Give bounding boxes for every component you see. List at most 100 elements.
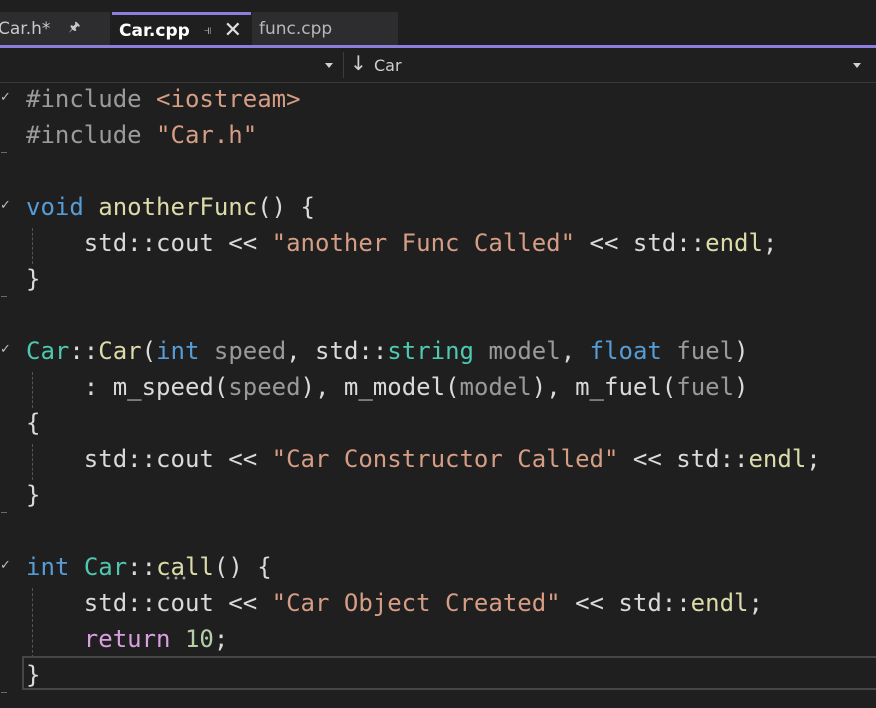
chevron-down-icon xyxy=(325,63,333,68)
fold-end-marker xyxy=(1,512,7,513)
code-token: ), m_model( xyxy=(300,373,460,401)
close-icon[interactable]: ✕ xyxy=(224,19,242,42)
fold-end-marker xyxy=(1,152,7,153)
code-token: , xyxy=(560,337,590,365)
tab-label: Car.h* xyxy=(0,19,51,39)
code-token: "Car.h" xyxy=(156,121,258,149)
code-token: :: xyxy=(69,337,99,365)
code-line: Car::Car(int speed, std::string model, f… xyxy=(26,334,749,370)
code-token: << std:: xyxy=(575,229,706,257)
code-token: ( xyxy=(141,337,157,365)
chevron-down-icon xyxy=(853,63,861,68)
code-token: fuel xyxy=(676,373,735,401)
code-token: "Car Constructor Called" xyxy=(271,445,619,473)
code-token: 10 xyxy=(184,625,214,653)
code-token: ; xyxy=(748,589,763,617)
code-token: return xyxy=(83,625,171,653)
code-line: int Car::call() { xyxy=(26,550,272,586)
code-token: speed xyxy=(213,337,287,365)
code-token: int xyxy=(26,553,70,581)
fold-collapse-icon[interactable]: ✓ xyxy=(0,558,11,573)
pin-icon[interactable]: 🖈︎ xyxy=(68,18,80,40)
code-token: std::cout << xyxy=(26,445,272,473)
code-token: } xyxy=(26,661,41,689)
code-line: } xyxy=(26,478,40,514)
code-token: model xyxy=(459,373,532,401)
tab-func-cpp[interactable]: func.cpp xyxy=(252,12,398,46)
tab-car-h[interactable]: Car.h* 🖈︎ xyxy=(0,12,110,46)
code-line: std::cout << "Car Object Created" << std… xyxy=(26,586,763,622)
code-token: std::cout << xyxy=(26,229,272,257)
fold-end-marker xyxy=(1,692,7,693)
tab-label: func.cpp xyxy=(259,19,333,39)
code-token: { xyxy=(26,409,41,437)
current-line-highlight xyxy=(22,656,876,690)
fold-collapse-icon[interactable]: ✓ xyxy=(0,198,11,213)
code-token: anotherFunc xyxy=(98,193,258,221)
code-token: } xyxy=(26,265,41,293)
code-token: ), m_fuel( xyxy=(531,373,677,401)
code-token: ; xyxy=(762,229,778,257)
code-line: void anotherFunc() { xyxy=(26,190,315,226)
code-token: Car xyxy=(83,553,128,581)
code-token: string xyxy=(387,337,474,365)
code-line: : m_speed(speed), m_model(model), m_fuel… xyxy=(26,370,749,406)
code-token: , std:: xyxy=(286,337,388,365)
code-token: fuel xyxy=(676,337,735,365)
code-token: int xyxy=(156,337,200,365)
code-line: std::cout << "Car Constructor Called" <<… xyxy=(26,442,821,478)
code-token: () { xyxy=(257,193,315,221)
divider xyxy=(343,52,344,78)
code-token: model xyxy=(488,337,561,365)
tab-label: Car.cpp xyxy=(119,20,190,41)
code-token: << std:: xyxy=(560,589,691,617)
code-token: () { xyxy=(213,553,272,581)
code-token: speed xyxy=(228,373,301,401)
scope-dropdown[interactable] xyxy=(0,50,342,80)
code-token: ) xyxy=(734,373,749,401)
member-dropdown[interactable]: ↓ Car xyxy=(346,50,868,80)
code-token: #include xyxy=(26,85,157,113)
fold-collapse-icon[interactable]: ✓ xyxy=(0,342,11,357)
code-line: return 10; xyxy=(26,622,229,658)
member-dropdown-value: Car xyxy=(374,56,402,75)
code-token: <iostream> xyxy=(156,85,301,113)
code-token: endl xyxy=(748,445,807,473)
pin-icon[interactable]: ⫣ xyxy=(204,23,212,38)
tab-car-cpp[interactable]: Car.cpp ⫣ ✕ xyxy=(112,12,251,46)
code-line: #include <iostream> xyxy=(26,82,301,118)
code-token: << std:: xyxy=(618,445,749,473)
code-line: #include "Car.h" xyxy=(26,118,257,154)
code-token: void xyxy=(26,193,84,221)
code-token: ; xyxy=(213,625,229,653)
code-token: #include xyxy=(26,121,157,149)
code-token: Car xyxy=(26,337,70,365)
code-token: Car xyxy=(98,337,142,365)
code-token: :: xyxy=(127,553,157,581)
code-token: endl xyxy=(690,589,749,617)
fold-collapse-icon[interactable]: ✓ xyxy=(0,90,11,105)
code-token: } xyxy=(26,481,41,509)
code-line: } xyxy=(26,658,40,694)
code-token: "Car Object Created" xyxy=(271,589,561,617)
code-line: std::cout << "another Func Called" << st… xyxy=(26,226,778,262)
code-token: endl xyxy=(705,229,763,257)
code-token: ) xyxy=(734,337,749,365)
fold-end-marker xyxy=(1,296,7,297)
suggestion-dots-icon[interactable] xyxy=(164,576,188,580)
code-editor[interactable]: ✓ ✓ ✓ ✓ #include <iostream> #include "Ca… xyxy=(0,82,876,708)
code-token: float xyxy=(589,337,662,365)
code-token: : m_speed( xyxy=(26,373,229,401)
code-line: { xyxy=(26,406,40,442)
navigation-bar: ↓ Car xyxy=(0,48,876,83)
code-token: std::cout << xyxy=(26,589,272,617)
arrow-down-icon: ↓ xyxy=(350,51,367,75)
code-token: ; xyxy=(806,445,821,473)
